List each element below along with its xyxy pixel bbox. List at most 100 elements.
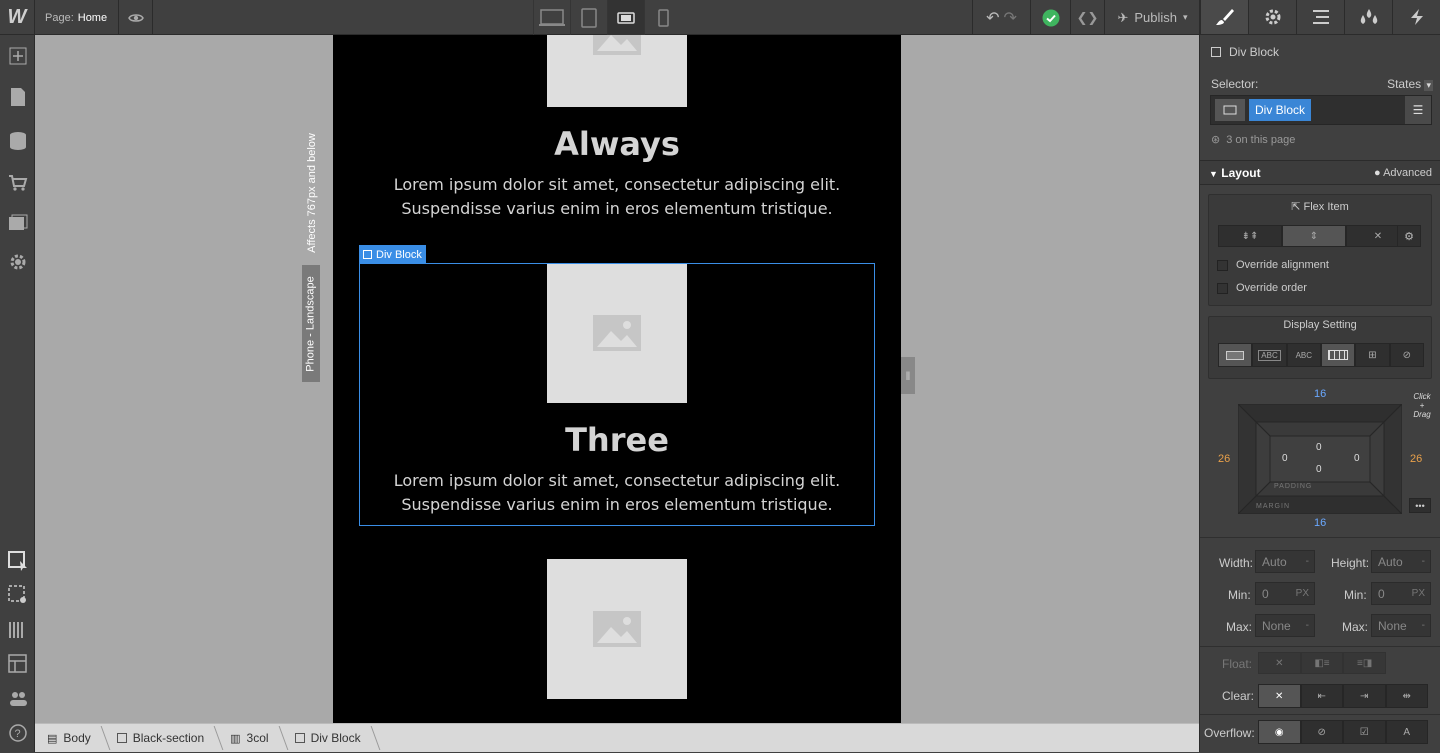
margin-bottom-value[interactable]: 16	[1314, 517, 1326, 529]
toolbar-actions: ↶ ↷ ❮❯ ✈ Publish ▾	[972, 0, 1200, 35]
display-inline-block-option[interactable]: ABC	[1252, 343, 1287, 367]
override-alignment-row[interactable]: Override alignment	[1217, 259, 1329, 271]
float-right-option[interactable]: ≡◨	[1343, 652, 1387, 674]
tablet-icon[interactable]	[570, 0, 607, 35]
flex-item-title-row: ⇱ Flex Item	[1209, 200, 1431, 213]
image-placeholder-1[interactable]	[547, 35, 687, 107]
padding-right-value[interactable]: 0	[1354, 453, 1360, 464]
layout-section-header[interactable]: ▼ Layout ● Advanced	[1200, 160, 1440, 185]
on-page-count: 3 on this page	[1226, 133, 1296, 146]
padding-label: PADDING	[1274, 483, 1313, 490]
style-manager-drops-icon[interactable]	[1344, 0, 1392, 34]
margin-right-value[interactable]: 26	[1410, 453, 1422, 465]
interactions-bolt-icon[interactable]	[1392, 0, 1440, 34]
display-flex-option[interactable]	[1320, 343, 1356, 367]
max-width-input[interactable]: None -	[1255, 614, 1315, 637]
overflow-hidden-icon[interactable]: ⊘	[1300, 720, 1343, 744]
clear-right-option[interactable]: ⇥	[1343, 684, 1386, 708]
select-cursor-icon[interactable]	[5, 548, 30, 573]
cms-icon[interactable]	[5, 128, 30, 153]
selected-element-outline[interactable]	[359, 263, 875, 526]
pages-icon[interactable]	[5, 84, 30, 109]
padding-left-value[interactable]: 0	[1282, 453, 1288, 464]
min-width-input[interactable]: 0 PX	[1255, 582, 1315, 605]
grow-option[interactable]: ⇕	[1282, 225, 1346, 247]
crumb-div-block[interactable]: Div Block	[283, 724, 375, 753]
selector-chip[interactable]: Div Block	[1249, 99, 1312, 121]
override-order-checkbox[interactable]	[1217, 282, 1228, 294]
class-type-icon[interactable]	[1215, 99, 1245, 121]
padding-bottom-value[interactable]: 0	[1316, 464, 1322, 475]
float-left-option[interactable]: ◧≡	[1300, 652, 1344, 674]
overflow-visible-eye-icon[interactable]: ◉	[1258, 720, 1301, 744]
page-selector[interactable]: Page: Home	[36, 0, 119, 35]
ecommerce-icon[interactable]	[5, 170, 30, 195]
clear-none-option[interactable]: ✕	[1258, 684, 1301, 708]
panel-tabs	[1200, 0, 1440, 35]
crumb-black-section[interactable]: Black-section	[105, 724, 218, 753]
padding-top-value[interactable]: 0	[1316, 442, 1322, 453]
clear-label: Clear:	[1222, 689, 1255, 703]
users-icon[interactable]	[5, 686, 30, 711]
selector-field[interactable]: Div Block ☰	[1210, 95, 1432, 125]
more-options-icon[interactable]: •••	[1409, 498, 1431, 513]
advanced-toggle[interactable]: ● Advanced	[1374, 167, 1432, 179]
undo-redo[interactable]: ↶ ↷	[972, 0, 1030, 35]
publish-label: Publish	[1134, 10, 1177, 25]
image-placeholder-3[interactable]	[547, 559, 687, 699]
display-inline-option[interactable]: ABC	[1286, 343, 1321, 367]
display-grid-option[interactable]: ⊞	[1355, 343, 1390, 367]
phone-landscape-icon[interactable]	[607, 0, 644, 35]
flex-item-section: ⇱ Flex Item ⇟⇞ ⇕ ✕ ⚙ Override alignment …	[1208, 194, 1432, 306]
height-input[interactable]: Auto -	[1371, 550, 1431, 573]
redo-icon[interactable]: ↷	[1004, 8, 1017, 28]
clear-left-option[interactable]: ⇤	[1300, 684, 1343, 708]
symbols-icon[interactable]	[5, 651, 30, 676]
crumb-body[interactable]: ▤ Body	[35, 724, 105, 753]
canvas-resize-handle[interactable]: ‖	[901, 357, 915, 394]
add-panel-icon[interactable]	[5, 43, 30, 68]
preview-select-icon[interactable]	[5, 582, 30, 607]
shrink-option[interactable]: ⇟⇞	[1218, 225, 1282, 247]
max-width-value: None	[1262, 618, 1291, 633]
clear-both-option[interactable]: ⇹	[1385, 684, 1428, 708]
margin-top-value[interactable]: 16	[1314, 388, 1326, 400]
desktop-icon[interactable]	[533, 0, 570, 35]
style-brush-icon[interactable]	[1200, 0, 1248, 34]
selector-menu-icon[interactable]: ☰	[1405, 96, 1431, 124]
flex-settings-gear-icon[interactable]: ⚙	[1397, 225, 1421, 247]
settings-gear-icon[interactable]	[5, 249, 30, 274]
states-dropdown[interactable]: States ▾	[1387, 77, 1433, 91]
min-height-input[interactable]: 0 PX	[1371, 582, 1431, 605]
style-manager-icon[interactable]	[5, 617, 30, 642]
publish-button[interactable]: ✈ Publish ▾	[1104, 0, 1200, 35]
clear-options: ✕ ⇤ ⇥ ⇹	[1258, 684, 1428, 708]
overflow-scroll-icon[interactable]: ☑	[1343, 720, 1386, 744]
phone-portrait-icon[interactable]	[644, 0, 681, 35]
height-label: Height:	[1331, 556, 1370, 570]
override-order-row[interactable]: Override order	[1217, 282, 1307, 294]
box-model-diagram[interactable]	[1238, 404, 1402, 514]
design-canvas[interactable]: Affects 767px and below Phone - Landscap…	[35, 35, 1199, 723]
webflow-logo[interactable]: W	[0, 0, 35, 35]
margin-left-value[interactable]: 26	[1218, 453, 1230, 465]
crumb-3col[interactable]: ▥ 3col	[218, 724, 282, 753]
float-none-option[interactable]: ✕	[1258, 652, 1301, 674]
assets-icon[interactable]	[5, 210, 30, 235]
override-alignment-checkbox[interactable]	[1217, 259, 1228, 271]
override-alignment-label: Override alignment	[1236, 259, 1329, 271]
overflow-auto-icon[interactable]: A	[1385, 720, 1428, 744]
paragraph-1[interactable]: Lorem ipsum dolor sit amet, consectetur …	[333, 173, 901, 221]
element-settings-gear-icon[interactable]	[1248, 0, 1296, 34]
width-input[interactable]: Auto -	[1255, 550, 1315, 573]
undo-icon[interactable]: ↶	[986, 8, 999, 28]
display-none-option[interactable]: ⊘	[1389, 343, 1424, 367]
navigator-icon[interactable]	[1296, 0, 1344, 34]
heading-always[interactable]: Always	[333, 125, 901, 163]
selected-element-tag[interactable]: Div Block	[359, 245, 426, 264]
help-icon[interactable]: ?	[5, 720, 30, 745]
display-block-option[interactable]	[1218, 343, 1253, 367]
max-height-input[interactable]: None -	[1371, 614, 1431, 637]
code-export-icon[interactable]: ❮❯	[1070, 0, 1104, 35]
preview-eye-icon[interactable]	[119, 0, 153, 35]
